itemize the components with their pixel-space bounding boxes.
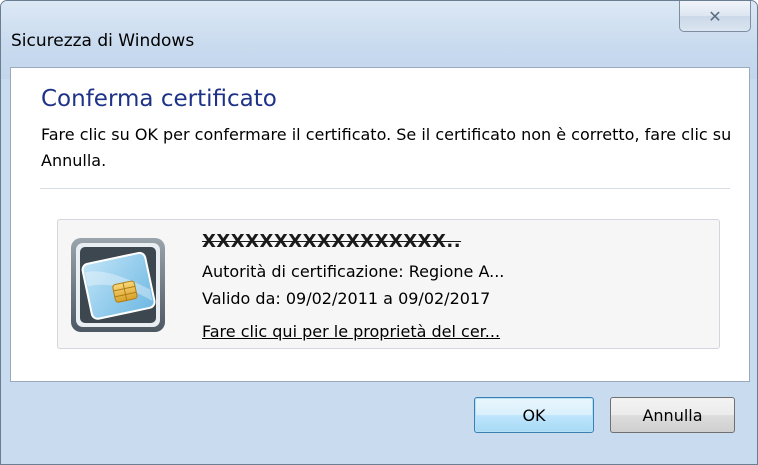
certificate-name: XXXXXXXXXXXXXXXXX..	[202, 231, 462, 252]
window-title: Sicurezza di Windows	[11, 31, 195, 51]
close-icon: ✕	[708, 6, 722, 26]
dialog-instruction: Fare clic su OK per confermare il certif…	[41, 125, 732, 170]
cancel-button[interactable]: Annulla	[610, 397, 735, 433]
separator-line	[40, 188, 730, 189]
certificate-validity: Valido da: 09/02/2011 a 09/02/2017	[202, 289, 491, 308]
ok-button[interactable]: OK	[474, 397, 594, 433]
close-button[interactable]: ✕	[679, 1, 751, 32]
smart-card-icon	[71, 238, 165, 332]
certificate-issuer: Autorità di certificazione: Regione A...	[202, 262, 505, 281]
bottom-frame	[1, 455, 757, 464]
dialog-heading: Conferma certificato	[41, 86, 277, 112]
certificate-properties-link[interactable]: Fare clic qui per le proprietà del cer..…	[202, 322, 500, 341]
